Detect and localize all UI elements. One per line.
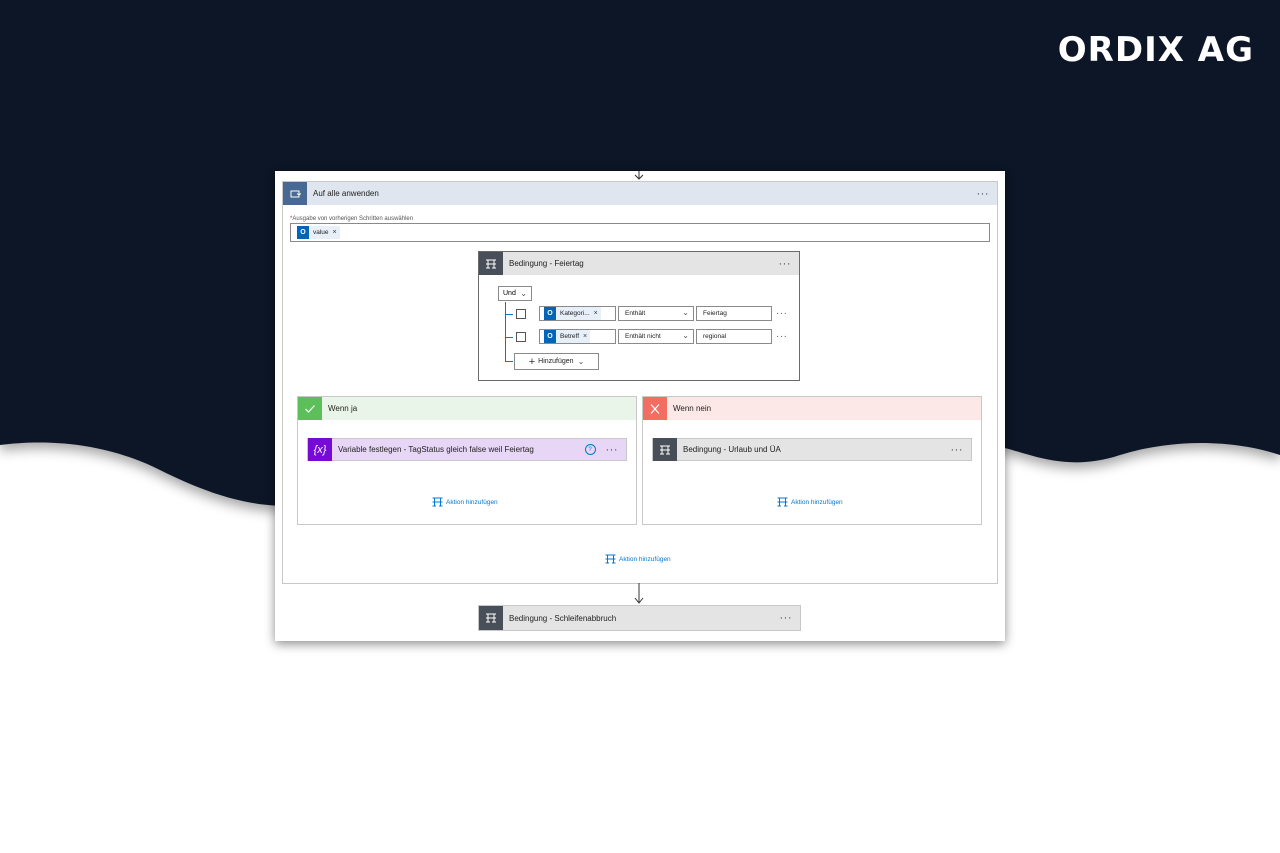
outlook-icon: O bbox=[297, 226, 309, 239]
add-condition-button[interactable]: + Hinzufügen ⌄ bbox=[514, 353, 599, 370]
checkmark-icon bbox=[298, 397, 322, 420]
if-yes-title: Wenn ja bbox=[328, 404, 358, 413]
if-yes-branch: Wenn ja {x} Variable festlegen - TagStat… bbox=[297, 396, 637, 525]
value-input[interactable]: Feiertag bbox=[696, 306, 772, 321]
connector-arrow bbox=[634, 583, 644, 604]
remove-token-icon[interactable]: × bbox=[583, 333, 587, 340]
if-no-header: Wenn nein bbox=[643, 397, 981, 420]
row-more-menu-icon[interactable]: ··· bbox=[776, 309, 788, 319]
loop-icon bbox=[283, 182, 307, 205]
loop-field-label: *Ausgabe von vorherigen Schritten auswäh… bbox=[290, 216, 414, 222]
add-action-button[interactable]: Aktion hinzufügen bbox=[777, 497, 843, 507]
chevron-down-icon: ⌄ bbox=[682, 308, 689, 317]
set-variable-title: Variable festlegen - TagStatus gleich fa… bbox=[338, 445, 534, 454]
chevron-down-icon: ⌄ bbox=[577, 357, 585, 366]
remove-token-icon[interactable]: × bbox=[333, 229, 337, 236]
loop-title: Auf alle anwenden bbox=[313, 189, 379, 198]
flow-designer-screenshot: Auf alle anwenden ··· *Ausgabe von vorhe… bbox=[275, 171, 1005, 641]
outlook-icon: O bbox=[544, 307, 556, 320]
tree-branch-line bbox=[505, 337, 513, 338]
row-checkbox[interactable] bbox=[516, 332, 526, 342]
if-yes-header: Wenn ja bbox=[298, 397, 636, 420]
loop-input-field[interactable]: O value × bbox=[290, 223, 990, 242]
condition-icon bbox=[479, 606, 503, 630]
operator-select[interactable]: Enthält nicht ⌄ bbox=[618, 329, 694, 344]
outlook-icon: O bbox=[544, 330, 556, 343]
if-no-branch: Wenn nein Bedingung - Urlaub und ÜA ··· … bbox=[642, 396, 982, 525]
remove-token-icon[interactable]: × bbox=[594, 310, 598, 317]
loop-header[interactable]: Auf alle anwenden ··· bbox=[283, 182, 997, 205]
betreff-token[interactable]: O Betreff × bbox=[544, 330, 591, 343]
condition-more-menu-icon[interactable]: ··· bbox=[780, 613, 793, 624]
help-icon[interactable]: ? bbox=[584, 444, 596, 455]
row-more-menu-icon[interactable]: ··· bbox=[776, 332, 788, 342]
value-token[interactable]: O value × bbox=[297, 226, 340, 239]
condition-urlaub-title: Bedingung - Urlaub und ÜA bbox=[683, 445, 781, 454]
action-more-menu-icon[interactable]: ··· bbox=[951, 444, 964, 455]
kategorien-token[interactable]: O Kategori... × bbox=[544, 307, 601, 320]
condition-more-menu-icon[interactable]: ··· bbox=[779, 258, 792, 269]
add-action-icon bbox=[432, 497, 443, 507]
ordix-logo: ORDIX AG bbox=[1057, 30, 1254, 70]
condition-token-field[interactable]: O Betreff × bbox=[539, 329, 616, 344]
chevron-down-icon: ⌄ bbox=[682, 331, 689, 340]
loop-more-menu-icon[interactable]: ··· bbox=[977, 188, 990, 199]
loop-add-action-button[interactable]: Aktion hinzufügen bbox=[605, 554, 671, 564]
condition-feiertag-card: Bedingung - Feiertag ··· Und ⌄ O Kategor… bbox=[478, 251, 800, 381]
add-action-button[interactable]: Aktion hinzufügen bbox=[432, 497, 498, 507]
set-variable-action[interactable]: {x} Variable festlegen - TagStatus gleic… bbox=[307, 438, 627, 461]
condition-icon bbox=[653, 438, 677, 461]
condition-icon bbox=[479, 252, 503, 275]
row-checkbox[interactable] bbox=[516, 309, 526, 319]
condition-schleifenabbruch-title: Bedingung - Schleifenabbruch bbox=[509, 613, 617, 623]
add-action-icon bbox=[605, 554, 616, 564]
value-input[interactable]: regional bbox=[696, 329, 772, 344]
condition-token-field[interactable]: O Kategori... × bbox=[539, 306, 616, 321]
if-no-title: Wenn nein bbox=[673, 404, 712, 413]
tree-branch-line bbox=[505, 361, 513, 362]
close-icon bbox=[643, 397, 667, 420]
tree-branch-line bbox=[505, 314, 513, 315]
condition-urlaub-action[interactable]: Bedingung - Urlaub und ÜA ··· bbox=[652, 438, 972, 461]
condition-header[interactable]: Bedingung - Feiertag ··· bbox=[479, 252, 799, 275]
condition-title: Bedingung - Feiertag bbox=[509, 259, 584, 268]
variable-icon: {x} bbox=[308, 438, 332, 461]
action-more-menu-icon[interactable]: ··· bbox=[606, 444, 619, 455]
group-operator-select[interactable]: Und ⌄ bbox=[498, 286, 532, 301]
operator-select[interactable]: Enthält ⌄ bbox=[618, 306, 694, 321]
tree-line bbox=[505, 302, 506, 361]
connector-arrow-top bbox=[634, 171, 644, 180]
plus-icon: + bbox=[528, 355, 536, 368]
chevron-down-icon: ⌄ bbox=[520, 289, 527, 298]
add-action-icon bbox=[777, 497, 788, 507]
apply-to-each-card: Auf alle anwenden ··· *Ausgabe von vorhe… bbox=[282, 181, 998, 584]
condition-schleifenabbruch-card[interactable]: Bedingung - Schleifenabbruch ··· bbox=[478, 605, 801, 631]
